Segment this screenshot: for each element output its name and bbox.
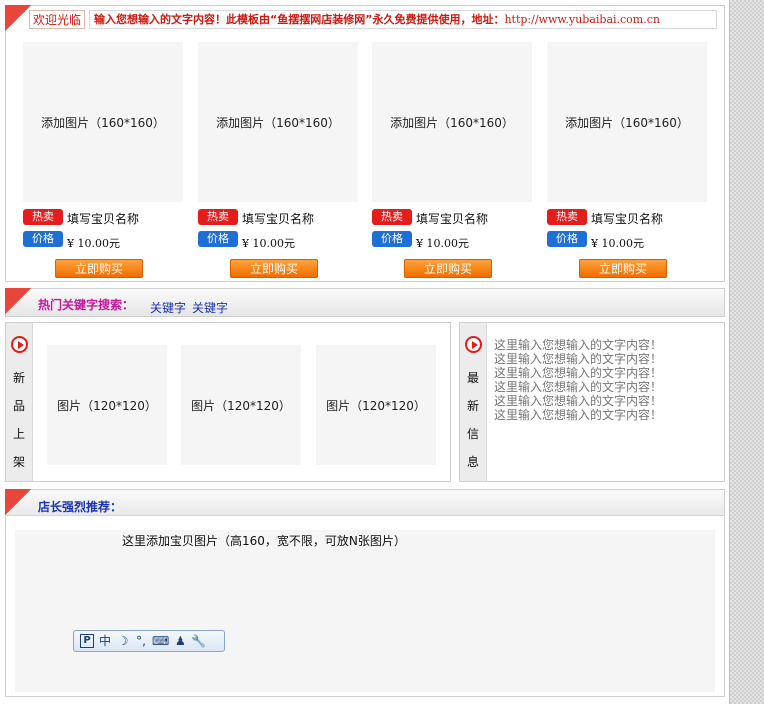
keyword-link[interactable]: 关键字 [150,299,186,316]
info-line[interactable]: 这里输入您想输入的文字内容！ [494,352,662,366]
buy-now-button[interactable]: 立即购买 [404,259,492,278]
play-icon [465,336,482,353]
right-scroll-strip [729,0,764,704]
product-card: 添加图片（160*160） 热卖 填写宝贝名称 价格 ¥ 10.00元 立即购买 [198,42,360,278]
product-image[interactable]: 添加图片（160*160） [372,42,532,202]
side-label-char: 信 [467,427,480,441]
product-price: ¥ 10.00元 [242,237,295,250]
recommend-image-area[interactable]: 这里添加宝贝图片（高160，宽不限，可放N张图片） [15,530,715,692]
user-icon[interactable]: ♟ [173,632,187,650]
hot-tag: 热卖 [23,209,63,225]
play-icon [11,336,28,353]
side-label-char: 品 [13,399,26,413]
side-label-char: 上 [13,427,26,441]
recommend-placeholder: 这里添加宝贝图片（高160，宽不限，可放N张图片） [122,534,406,548]
shopkeeper-recommend-panel: 店长强烈推荐： 这里添加宝贝图片（高160，宽不限，可放N张图片） [5,489,725,697]
moon-icon[interactable]: ☽ [116,632,130,650]
price-tag: 价格 [198,231,238,247]
info-line[interactable]: 这里输入您想输入的文字内容！ [494,338,662,352]
chinese-mode-icon[interactable]: 中 [98,632,112,650]
buy-now-button[interactable]: 立即购买 [55,259,143,278]
product-price: ¥ 10.00元 [67,237,120,250]
keyword-link[interactable]: 关键字 [192,299,228,316]
product-card: 添加图片（160*160） 热卖 填写宝贝名称 价格 ¥ 10.00元 立即购买 [372,42,534,278]
product-price: ¥ 10.00元 [416,237,469,250]
punctuation-icon[interactable]: °, [134,632,148,650]
info-line[interactable]: 这里输入您想输入的文字内容！ [494,408,662,422]
latest-info-panel: 最 新 信 息 这里输入您想输入的文字内容！ 这里输入您想输入的文字内容！ 这里… [459,322,725,482]
side-label-char: 新 [13,371,26,385]
info-line[interactable]: 这里输入您想输入的文字内容！ [494,380,662,394]
new-arrivals-side-label: 新 品 上 架 [6,323,33,481]
side-label-char: 新 [467,399,480,413]
announcement-text: 输入您想输入的文字内容！此模板由“鱼摆摆网店装修网”永久免费提供使用，地址： [94,13,505,26]
new-arrivals-panel: 新 品 上 架 图片（120*120） 图片（120*120） 图片（120*1… [5,322,451,482]
info-line[interactable]: 这里输入您想输入的文字内容！ [494,366,662,380]
ime-toolbar[interactable]: P 中 ☽ °, ⌨ ♟ 🔧 [73,630,225,652]
side-label-char: 息 [467,455,480,469]
side-label-char: 最 [467,371,480,385]
hot-tag: 热卖 [372,209,412,225]
new-item-image[interactable]: 图片（120*120） [47,345,167,465]
hot-tag: 热卖 [198,209,238,225]
p-icon[interactable]: P [80,634,94,648]
product-image[interactable]: 添加图片（160*160） [547,42,707,202]
hot-keywords-bar: 热门关键字搜索： 关键字 关键字 [5,288,725,317]
announcement-box: 输入您想输入的文字内容！此模板由“鱼摆摆网店装修网”永久免费提供使用，地址：ht… [89,10,717,29]
product-card: 添加图片（160*160） 热卖 填写宝贝名称 价格 ¥ 10.00元 立即购买 [547,42,709,278]
product-price: ¥ 10.00元 [591,237,644,250]
info-line[interactable]: 这里输入您想输入的文字内容！ [494,394,662,408]
price-tag: 价格 [23,231,63,247]
keywords-title: 热门关键字搜索： [38,298,135,312]
hot-tag: 热卖 [547,209,587,225]
keyboard-icon[interactable]: ⌨ [152,632,169,650]
price-tag: 价格 [547,231,587,247]
price-tag: 价格 [372,231,412,247]
product-name[interactable]: 填写宝贝名称 [242,210,314,227]
product-card: 添加图片（160*160） 热卖 填写宝贝名称 价格 ¥ 10.00元 立即购买 [23,42,185,278]
latest-info-side-label: 最 新 信 息 [460,323,487,481]
buy-now-button[interactable]: 立即购买 [230,259,318,278]
new-item-image[interactable]: 图片（120*120） [181,345,301,465]
announcement-url[interactable]: http://www.yubaibai.com.cn [504,13,660,26]
product-name[interactable]: 填写宝贝名称 [591,210,663,227]
product-image[interactable]: 添加图片（160*160） [23,42,183,202]
corner-flag [5,5,31,31]
product-name[interactable]: 填写宝贝名称 [67,210,139,227]
side-label-char: 架 [13,455,26,469]
corner-flag [5,489,31,515]
product-name[interactable]: 填写宝贝名称 [416,210,488,227]
welcome-label: 欢迎光临 [29,10,86,29]
product-image[interactable]: 添加图片（160*160） [198,42,358,202]
buy-now-button[interactable]: 立即购买 [579,259,667,278]
featured-products-panel: 欢迎光临 输入您想输入的文字内容！此模板由“鱼摆摆网店装修网”永久免费提供使用，… [5,5,725,282]
new-item-image[interactable]: 图片（120*120） [316,345,436,465]
recommend-title: 店长强烈推荐： [38,500,123,514]
corner-flag [5,288,31,314]
wrench-icon[interactable]: 🔧 [191,632,206,650]
